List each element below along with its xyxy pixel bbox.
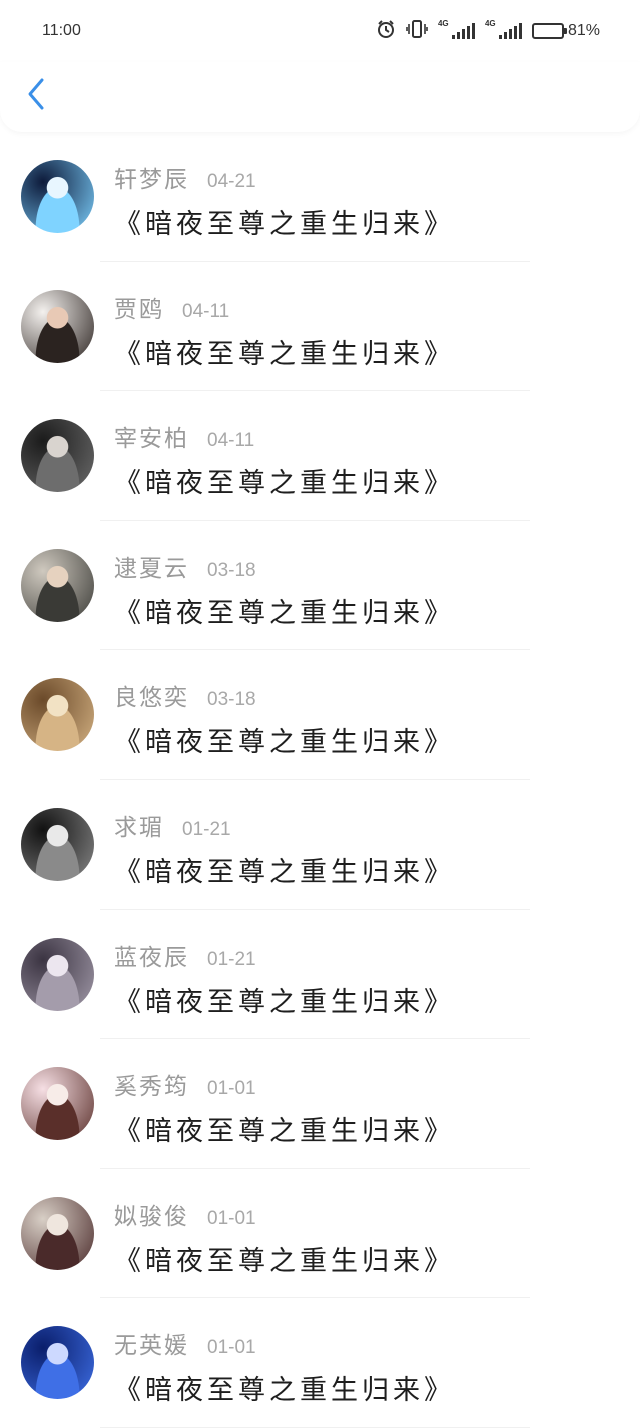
comment-date: 01-01 [207, 1078, 256, 1100]
avatar[interactable] [21, 1067, 94, 1141]
battery-icon [531, 23, 567, 39]
list-item[interactable]: 贾鸥 04-11 《暗夜至尊之重生归来》 [0, 262, 640, 392]
comment-date: 03-18 [207, 559, 256, 581]
comment-meta: 轩梦辰 04-21 [114, 160, 256, 194]
battery-percent: 81% [567, 22, 600, 39]
avatar[interactable] [21, 1196, 94, 1270]
comment-meta: 宰安柏 04-11 [114, 419, 254, 453]
user-name[interactable]: 良悠奕 [114, 678, 189, 712]
user-name[interactable]: 求瑂 [114, 808, 164, 842]
user-name[interactable]: 逮夏云 [114, 549, 189, 583]
comment-text[interactable]: 《暗夜至尊之重生归来》 [114, 850, 455, 889]
comment-date: 04-11 [207, 430, 255, 452]
status-time: 11:00 [42, 22, 81, 39]
comment-meta: 求瑂 01-21 [114, 808, 231, 842]
back-button[interactable] [20, 76, 52, 116]
status-bar: 11:00 4G 4G 81% [0, 0, 640, 62]
comment-meta: 无英媛 01-01 [114, 1326, 256, 1360]
list-item[interactable]: 蓝夜辰 01-21 《暗夜至尊之重生归来》 [0, 910, 640, 1040]
comment-meta: 姒骏俊 01-01 [114, 1197, 256, 1231]
avatar[interactable] [21, 548, 94, 622]
comment-text[interactable]: 《暗夜至尊之重生归来》 [114, 202, 455, 241]
comment-list: 轩梦辰 04-21 《暗夜至尊之重生归来》 贾鸥 04-11 《暗夜至尊之重生归… [0, 132, 640, 1428]
list-item[interactable]: 无英媛 01-01 《暗夜至尊之重生归来》 [0, 1298, 640, 1428]
user-name[interactable]: 无英媛 [114, 1326, 189, 1360]
comment-meta: 良悠奕 03-18 [114, 678, 256, 712]
user-name[interactable]: 奚秀筠 [114, 1067, 189, 1101]
chevron-left-icon [25, 77, 47, 115]
avatar[interactable] [21, 289, 94, 363]
avatar[interactable] [21, 937, 94, 1011]
comment-date: 04-21 [207, 171, 256, 192]
network-type-label: 4G [437, 19, 449, 28]
signal-icon-2: 4G [485, 19, 522, 39]
comment-date: 01-21 [207, 948, 256, 970]
comment-text[interactable]: 《暗夜至尊之重生归来》 [114, 1239, 455, 1278]
comment-meta: 逮夏云 03-18 [114, 549, 256, 583]
comment-meta: 蓝夜辰 01-21 [114, 938, 256, 972]
signal-icon: 4G [438, 19, 475, 39]
comment-text[interactable]: 《暗夜至尊之重生归来》 [114, 1368, 455, 1407]
comment-text[interactable]: 《暗夜至尊之重生归来》 [114, 591, 455, 630]
user-name[interactable]: 蓝夜辰 [114, 938, 189, 972]
avatar[interactable] [21, 419, 94, 493]
comment-text[interactable]: 《暗夜至尊之重生归来》 [114, 980, 455, 1019]
comment-meta: 奚秀筠 01-01 [114, 1067, 256, 1101]
list-item[interactable]: 宰安柏 04-11 《暗夜至尊之重生归来》 [0, 391, 640, 521]
comment-text[interactable]: 《暗夜至尊之重生归来》 [114, 720, 455, 759]
vibrate-icon [406, 19, 428, 44]
comment-date: 01-01 [207, 1207, 256, 1229]
comment-meta: 贾鸥 04-11 [114, 290, 229, 324]
status-icons: 4G 4G 81% [376, 19, 600, 44]
list-item[interactable]: 良悠奕 03-18 《暗夜至尊之重生归来》 [0, 650, 640, 780]
comment-date: 03-18 [207, 689, 256, 711]
user-name[interactable]: 姒骏俊 [114, 1197, 189, 1231]
battery-indicator: 81% [531, 22, 600, 40]
list-item[interactable]: 奚秀筠 01-01 《暗夜至尊之重生归来》 [0, 1039, 640, 1169]
list-item[interactable]: 逮夏云 03-18 《暗夜至尊之重生归来》 [0, 521, 640, 651]
list-item[interactable]: 求瑂 01-21 《暗夜至尊之重生归来》 [0, 780, 640, 910]
comment-text[interactable]: 《暗夜至尊之重生归来》 [114, 461, 455, 500]
avatar[interactable] [21, 678, 94, 752]
network-type-label-2: 4G [484, 19, 496, 28]
avatar[interactable] [21, 1326, 94, 1400]
user-name[interactable]: 宰安柏 [114, 419, 189, 453]
list-item[interactable]: 轩梦辰 04-21 《暗夜至尊之重生归来》 [0, 132, 640, 262]
comment-text[interactable]: 《暗夜至尊之重生归来》 [114, 332, 455, 371]
comment-date: 01-01 [207, 1337, 256, 1359]
top-nav-bar [0, 62, 640, 132]
user-name[interactable]: 轩梦辰 [114, 160, 189, 194]
comment-date: 01-21 [182, 818, 231, 840]
avatar[interactable] [21, 807, 94, 881]
alarm-icon [376, 19, 396, 44]
user-name[interactable]: 贾鸥 [114, 290, 164, 324]
comment-text[interactable]: 《暗夜至尊之重生归来》 [114, 1109, 455, 1148]
avatar[interactable] [21, 160, 94, 233]
comment-date: 04-11 [182, 300, 230, 322]
list-item[interactable]: 姒骏俊 01-01 《暗夜至尊之重生归来》 [0, 1169, 640, 1299]
